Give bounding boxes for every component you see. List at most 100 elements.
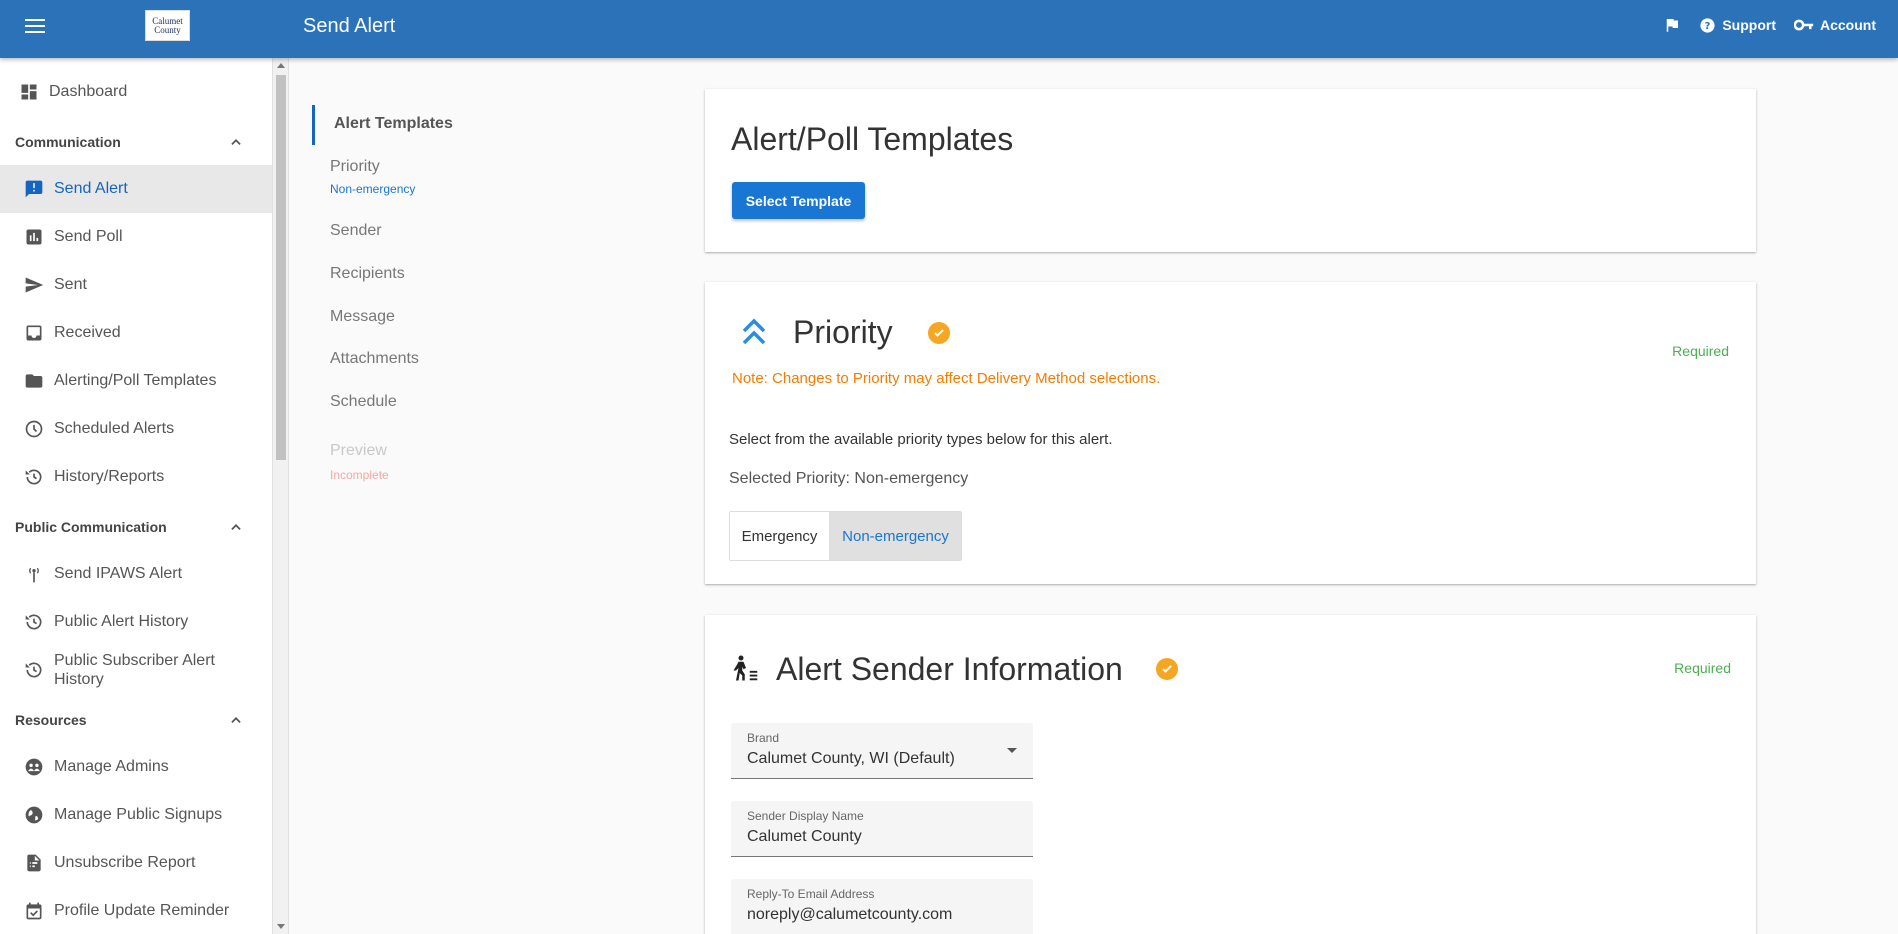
history-icon bbox=[22, 465, 46, 489]
sidebar-item-profile-update-reminder[interactable]: Profile Update Reminder bbox=[0, 887, 272, 934]
sidebar-item-public-alert-history[interactable]: Public Alert History bbox=[0, 598, 272, 646]
sidebar-item-label: Sent bbox=[54, 276, 87, 293]
select-template-button[interactable]: Select Template bbox=[732, 182, 865, 219]
alert-icon bbox=[22, 177, 46, 201]
support-label: Support bbox=[1722, 17, 1776, 33]
active-step-indicator bbox=[312, 105, 315, 145]
priority-option-emergency[interactable]: Emergency bbox=[730, 512, 830, 560]
logo-text-county: County bbox=[154, 24, 181, 35]
sidebar-item-manage-public-signups[interactable]: Manage Public Signups bbox=[0, 791, 272, 839]
menu-icon[interactable] bbox=[22, 15, 48, 41]
reply-to-email-value: noreply@calumetcounty.com bbox=[747, 906, 953, 923]
svg-text:?: ? bbox=[1705, 21, 1711, 32]
step-schedule[interactable]: Schedule bbox=[330, 393, 397, 411]
sidebar-item-label: History/Reports bbox=[54, 468, 165, 485]
section-title: Resources bbox=[15, 712, 87, 728]
sidebar-item-received[interactable]: Received bbox=[0, 309, 272, 357]
section-communication[interactable]: Communication bbox=[0, 122, 272, 162]
section-resources[interactable]: Resources bbox=[0, 700, 272, 740]
selected-priority: Selected Priority: Non-emergency bbox=[729, 470, 969, 487]
support-button[interactable]: ? Support bbox=[1699, 17, 1776, 34]
poll-icon bbox=[22, 225, 46, 249]
sidebar-item-public-subscriber-history[interactable]: Public Subscriber Alert History bbox=[0, 646, 272, 694]
sender-card: Alert Sender Information Required Brand … bbox=[705, 615, 1756, 934]
sidebar-scrollbar[interactable] bbox=[273, 58, 289, 934]
sidebar-item-templates[interactable]: Alerting/Poll Templates bbox=[0, 357, 272, 405]
priority-option-non-emergency[interactable]: Non-emergency bbox=[830, 512, 961, 560]
step-preview-status: Incomplete bbox=[330, 468, 389, 482]
history-icon bbox=[22, 658, 46, 682]
brand-select[interactable]: Brand Calumet County, WI (Default) bbox=[731, 723, 1033, 779]
flag-button[interactable] bbox=[1663, 16, 1681, 34]
broadcast-icon bbox=[22, 562, 46, 586]
dashboard-icon bbox=[17, 80, 41, 104]
chevron-up-icon bbox=[231, 524, 241, 530]
scrollbar-thumb[interactable] bbox=[276, 75, 286, 460]
sidebar-item-label: Manage Admins bbox=[54, 758, 169, 775]
sender-title: Alert Sender Information bbox=[776, 651, 1123, 687]
sidebar-item-label: Send Alert bbox=[54, 180, 128, 197]
sidebar-item-send-poll[interactable]: Send Poll bbox=[0, 213, 272, 261]
priority-title: Priority bbox=[793, 314, 893, 350]
step-sender[interactable]: Sender bbox=[330, 222, 382, 240]
globe-icon bbox=[22, 803, 46, 827]
send-icon bbox=[22, 273, 46, 297]
brand-value: Calumet County, WI (Default) bbox=[747, 750, 955, 767]
sidebar-item-label: Unsubscribe Report bbox=[54, 854, 196, 871]
scroll-up-arrow[interactable] bbox=[277, 63, 285, 68]
clock-icon bbox=[22, 417, 46, 441]
sender-display-name-label: Sender Display Name bbox=[747, 809, 864, 823]
step-alert-templates[interactable]: Alert Templates bbox=[334, 115, 453, 133]
priority-toggle-group: Emergency Non-emergency bbox=[729, 511, 962, 561]
step-recipients[interactable]: Recipients bbox=[330, 265, 405, 283]
scroll-down-arrow[interactable] bbox=[277, 924, 285, 929]
county-logo[interactable]: Calumet County bbox=[145, 10, 190, 41]
sidebar-item-label: Received bbox=[54, 324, 121, 341]
sender-person-icon bbox=[733, 655, 758, 681]
admins-icon bbox=[22, 755, 46, 779]
flag-icon bbox=[1667, 19, 1679, 32]
report-icon bbox=[22, 851, 46, 875]
templates-card: Alert/Poll Templates Select Template bbox=[705, 89, 1756, 252]
sidebar-item-dashboard[interactable]: Dashboard bbox=[0, 68, 272, 116]
section-title: Public Communication bbox=[15, 519, 167, 535]
sidebar-item-label: Scheduled Alerts bbox=[54, 420, 175, 437]
dropdown-arrow-icon bbox=[1007, 748, 1017, 753]
key-icon bbox=[1794, 19, 1814, 31]
sidebar-item-label: Manage Public Signups bbox=[54, 806, 223, 823]
chevron-up-icon bbox=[231, 717, 241, 723]
brand-label: Brand bbox=[747, 731, 780, 745]
priority-required-label: Required bbox=[1672, 343, 1729, 359]
step-attachments[interactable]: Attachments bbox=[330, 350, 419, 368]
sidebar-item-send-ipaws[interactable]: Send IPAWS Alert bbox=[0, 550, 272, 598]
sidebar-item-sent[interactable]: Sent bbox=[0, 261, 272, 309]
check-circle-icon bbox=[1156, 658, 1178, 680]
sidebar-item-scheduled-alerts[interactable]: Scheduled Alerts bbox=[0, 405, 272, 453]
account-button[interactable]: Account bbox=[1794, 17, 1876, 33]
sender-display-name-field[interactable]: Sender Display Name Calumet County bbox=[731, 801, 1033, 857]
sidebar-item-label: Dashboard bbox=[49, 83, 128, 100]
step-preview[interactable]: Preview bbox=[330, 442, 387, 460]
step-message[interactable]: Message bbox=[330, 308, 395, 326]
top-app-bar: Calumet County Send Alert ? Support Acco… bbox=[0, 0, 1898, 58]
step-priority[interactable]: Priority bbox=[330, 158, 380, 176]
priority-instruction: Select from the available priority types… bbox=[729, 431, 1113, 448]
sidebar-item-manage-admins[interactable]: Manage Admins bbox=[0, 743, 272, 791]
priority-card: Priority Required Note: Changes to Prior… bbox=[705, 282, 1756, 584]
templates-title: Alert/Poll Templates bbox=[731, 121, 1014, 157]
inbox-icon bbox=[22, 321, 46, 345]
check-circle-icon bbox=[928, 322, 950, 344]
sidebar-item-send-alert[interactable]: Send Alert bbox=[0, 165, 272, 213]
double-chevron-up-icon bbox=[742, 318, 766, 345]
section-public-communication[interactable]: Public Communication bbox=[0, 507, 272, 547]
sidebar-item-label: Public Alert History bbox=[54, 613, 189, 630]
calendar-check-icon bbox=[22, 899, 46, 923]
reply-to-email-field[interactable]: Reply-To Email Address noreply@calumetco… bbox=[731, 879, 1033, 934]
chevron-up-icon bbox=[231, 139, 241, 145]
sidebar-item-history-reports[interactable]: History/Reports bbox=[0, 453, 272, 501]
sidebar-item-unsubscribe-report[interactable]: Unsubscribe Report bbox=[0, 839, 272, 887]
sender-required-label: Required bbox=[1674, 660, 1731, 676]
sidebar-item-label: Alerting/Poll Templates bbox=[54, 372, 217, 389]
sidebar-item-label: Send Poll bbox=[54, 228, 123, 245]
sidebar-item-label: Profile Update Reminder bbox=[54, 902, 230, 919]
